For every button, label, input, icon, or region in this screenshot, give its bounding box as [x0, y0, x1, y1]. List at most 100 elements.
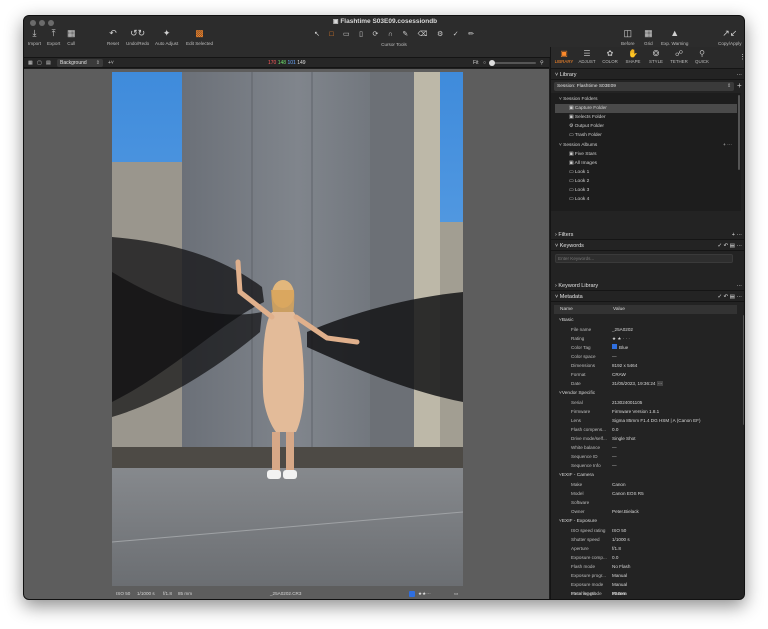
metadata-key: White balance: [571, 445, 601, 450]
pointer-tool-icon[interactable]: ↖: [314, 30, 320, 38]
library-item-five-stars[interactable]: ▣ Five Stars: [569, 150, 596, 159]
metadata-value[interactable]: _25A0202: [612, 325, 633, 334]
spot-tool-icon[interactable]: ∩: [388, 31, 393, 38]
metadata-row: Exposure progr... Manual: [551, 571, 741, 580]
keywords-input[interactable]: [555, 254, 733, 263]
straighten-tool-icon[interactable]: ▭: [343, 30, 350, 38]
zoom-slider-handle[interactable]: [489, 60, 495, 66]
crop-tool-icon[interactable]: □: [329, 31, 333, 38]
metadata-row: Model Canon EOS R5: [551, 489, 741, 498]
tab-library[interactable]: ▣ LIBRARY: [553, 49, 575, 64]
exposure-warning-button[interactable]: ▲ Exp. Warning: [661, 28, 688, 46]
metadata-group-exposure[interactable]: ˅EXIF - Exposure: [559, 517, 597, 526]
session-albums-group[interactable]: ˅ Session Albums: [559, 141, 597, 150]
picker-tool-icon[interactable]: ✓: [453, 30, 459, 38]
library-item-look-2[interactable]: ▭ Look 2: [569, 177, 589, 186]
zoom-fit-label[interactable]: Fit: [473, 58, 479, 68]
library-header[interactable]: ˅ Library ···: [551, 70, 744, 80]
edit-selected-button[interactable]: ▩ Edit Selected: [186, 28, 213, 46]
color-tag-value[interactable]: Blue: [612, 343, 628, 352]
keystone-tool-icon[interactable]: ▯: [359, 30, 363, 38]
filters-more-icon[interactable]: + ···: [732, 230, 742, 240]
metadata-value-column[interactable]: Value: [613, 305, 625, 314]
tab-adjust[interactable]: ☰ ADJUST: [576, 49, 598, 64]
auto-adjust-button[interactable]: ✦ Auto Adjust: [155, 28, 178, 46]
reset-button[interactable]: ↶ Reset: [107, 28, 119, 46]
add-album-button[interactable]: + ···: [723, 141, 732, 150]
undo-redo-button[interactable]: ↺↻ Undo/Redo: [126, 28, 149, 46]
zoom-out-icon[interactable]: ○: [483, 59, 486, 67]
edit-selected-icon: ▩: [195, 28, 204, 38]
library-item-trash-folder[interactable]: ▭ Trash Folder: [569, 131, 602, 140]
library-tree: ˅ Session Folders ▣ Capture Folder ▣ Sel…: [551, 93, 741, 211]
keywords-title: Keywords: [559, 243, 584, 249]
library-item-look-3[interactable]: ▭ Look 3: [569, 186, 589, 195]
library-item-look-4[interactable]: ▭ Look 4: [569, 195, 589, 204]
grid-view-icon[interactable]: ▦: [28, 59, 33, 67]
rating-stars[interactable]: ★★···: [418, 587, 431, 599]
metadata-key: Model: [571, 491, 584, 496]
zoom-slider[interactable]: [489, 60, 536, 66]
zoom-in-icon[interactable]: ⚲: [540, 59, 544, 67]
before-label: Before: [621, 41, 635, 46]
tool-panel: ▣ LIBRARY ☰ ADJUST ✿ COLOR ✋ SHAPE ❂ STY…: [550, 47, 744, 599]
main-photo[interactable]: [112, 72, 463, 586]
metadata-group-camera[interactable]: ˅EXIF - Camera: [559, 471, 594, 480]
keywords-header[interactable]: ˅ Keywords ✓ ↶ ▤ ···: [551, 241, 744, 251]
filters-header[interactable]: › Filters + ···: [551, 230, 744, 240]
tab-tether[interactable]: ☍ TETHER: [668, 49, 690, 64]
library-item-all-images[interactable]: ▣ All Images: [569, 159, 597, 168]
metadata-tools-icon[interactable]: ✓ ↶ ▤ ···: [718, 292, 743, 302]
library-item-capture-folder[interactable]: ▣ Capture Folder: [555, 104, 737, 113]
background-select[interactable]: Background ⇕: [57, 59, 103, 67]
metadata-group-vendor[interactable]: ˅Vendor Specific: [559, 389, 595, 398]
metadata-value: 1/1000 s: [612, 537, 630, 542]
brush-tool-icon[interactable]: ✎: [402, 30, 408, 38]
eraser-tool-icon[interactable]: ⌫: [418, 30, 428, 38]
compare-view-icon[interactable]: ▤: [46, 59, 51, 67]
session-folders-group[interactable]: ˅ Session Folders: [559, 95, 598, 104]
date-more-icon[interactable]: ···: [656, 381, 664, 386]
metadata-key: ISO speed rating: [571, 528, 606, 533]
date-value[interactable]: 31/05/2023, 19:36:24 ···: [612, 379, 664, 388]
keyword-library-header[interactable]: › Keyword Library ···: [551, 281, 744, 291]
add-icon[interactable]: +˅: [108, 59, 114, 67]
library-item-look-1[interactable]: ▭ Look 1: [569, 168, 589, 177]
metadata-scrollbar[interactable]: [743, 315, 744, 425]
import-button[interactable]: ⤓ Import: [28, 28, 41, 46]
metadata-value[interactable]: Peter.Bielack: [612, 507, 639, 516]
metadata-row: Software: [551, 498, 741, 507]
library-item-selects-folder[interactable]: ▣ Selects Folder: [569, 113, 606, 122]
tab-color[interactable]: ✿ COLOR: [599, 49, 621, 64]
gradient-tool-icon[interactable]: ⚙: [437, 30, 443, 38]
trash-icon[interactable]: ▭: [454, 587, 458, 599]
tab-quick[interactable]: ⚲ QUICK: [691, 49, 713, 64]
library-scrollbar[interactable]: [738, 95, 740, 170]
more-icon[interactable]: ⋮: [739, 53, 744, 61]
rotate-tool-icon[interactable]: ⟳: [372, 30, 378, 38]
library-more-icon[interactable]: ···: [737, 70, 743, 80]
grid-button[interactable]: ▦ Grid: [644, 28, 653, 46]
footer-iso: ISO 50: [116, 591, 131, 596]
keywords-tools-icon[interactable]: ✓ ↶ ▤ ···: [718, 241, 743, 251]
session-select[interactable]: Session: Flashtime S03E09 ⇕: [554, 82, 734, 91]
single-view-icon[interactable]: ▢: [37, 59, 42, 67]
keyword-library-more-icon[interactable]: ···: [737, 281, 743, 291]
image-viewer: ISO 50 1/1000 s f/1.8 85 mm _25A0202.CR3…: [24, 69, 549, 599]
cull-button[interactable]: ▦ Cull: [67, 28, 76, 46]
tab-shape[interactable]: ✋ SHAPE: [622, 49, 644, 64]
tab-style[interactable]: ❂ STYLE: [645, 49, 667, 64]
color-tag-swatch[interactable]: [409, 591, 415, 597]
rgb-b-value: 101: [287, 60, 296, 66]
add-session-button[interactable]: +: [737, 81, 742, 90]
rating-value[interactable]: ★ ★ · · ·: [612, 334, 630, 343]
before-button[interactable]: ◫ Before: [621, 28, 635, 46]
library-item-output-folder[interactable]: ⚙ Output Folder: [569, 122, 604, 131]
metadata-header[interactable]: ˅ Metadata ✓ ↶ ▤ ···: [551, 292, 744, 302]
library-title: Library: [559, 72, 577, 78]
annotate-tool-icon[interactable]: ✏: [468, 30, 474, 38]
export-button[interactable]: ⤒ Export: [47, 28, 60, 46]
metadata-group-basic[interactable]: ˅Basic: [559, 316, 574, 325]
metadata-name-column[interactable]: Name: [560, 305, 573, 314]
copy-apply-button[interactable]: ↗↙ Copy/Apply: [718, 28, 742, 46]
